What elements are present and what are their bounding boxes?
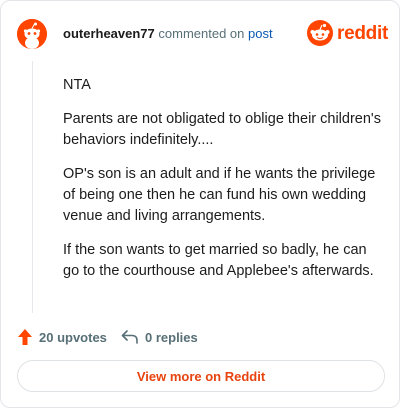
snoo-avatar-icon <box>17 19 47 49</box>
comment-paragraph: Parents are not obligated to oblige thei… <box>63 111 381 148</box>
reddit-comment-embed-card: outerheaven77 commented on post reddit N… <box>0 0 400 408</box>
comment-body: NTA Parents are not obligated to oblige … <box>63 75 381 295</box>
commented-on-text: commented on <box>158 26 245 41</box>
reddit-logo-icon <box>307 20 333 46</box>
comment-paragraph: NTA <box>63 77 91 93</box>
reddit-wordmark: reddit <box>337 23 388 44</box>
comment-header: outerheaven77 commented on post reddit <box>17 19 388 49</box>
reply-count: 0 replies <box>145 329 198 345</box>
user-avatar[interactable] <box>17 19 47 49</box>
reply-arrow-icon <box>121 330 138 344</box>
upvote-arrow-icon <box>18 329 32 345</box>
replies-button[interactable]: 0 replies <box>121 326 198 348</box>
post-link[interactable]: post <box>248 26 273 41</box>
reddit-brand[interactable]: reddit <box>307 20 388 48</box>
username-link[interactable]: outerheaven77 <box>63 26 155 41</box>
upvote-count: 20 upvotes <box>39 329 107 345</box>
comment-paragraph: OP's son is an adult and if he wants the… <box>63 166 376 224</box>
view-more-on-reddit-button[interactable]: View more on Reddit <box>17 360 385 392</box>
comment-paragraph: If the son wants to get married so badly… <box>63 242 374 279</box>
view-more-label: View more on Reddit <box>136 368 266 384</box>
thread-line <box>32 61 33 313</box>
upvote-button[interactable]: 20 upvotes <box>17 326 107 348</box>
comment-byline: outerheaven77 commented on post <box>63 26 273 42</box>
